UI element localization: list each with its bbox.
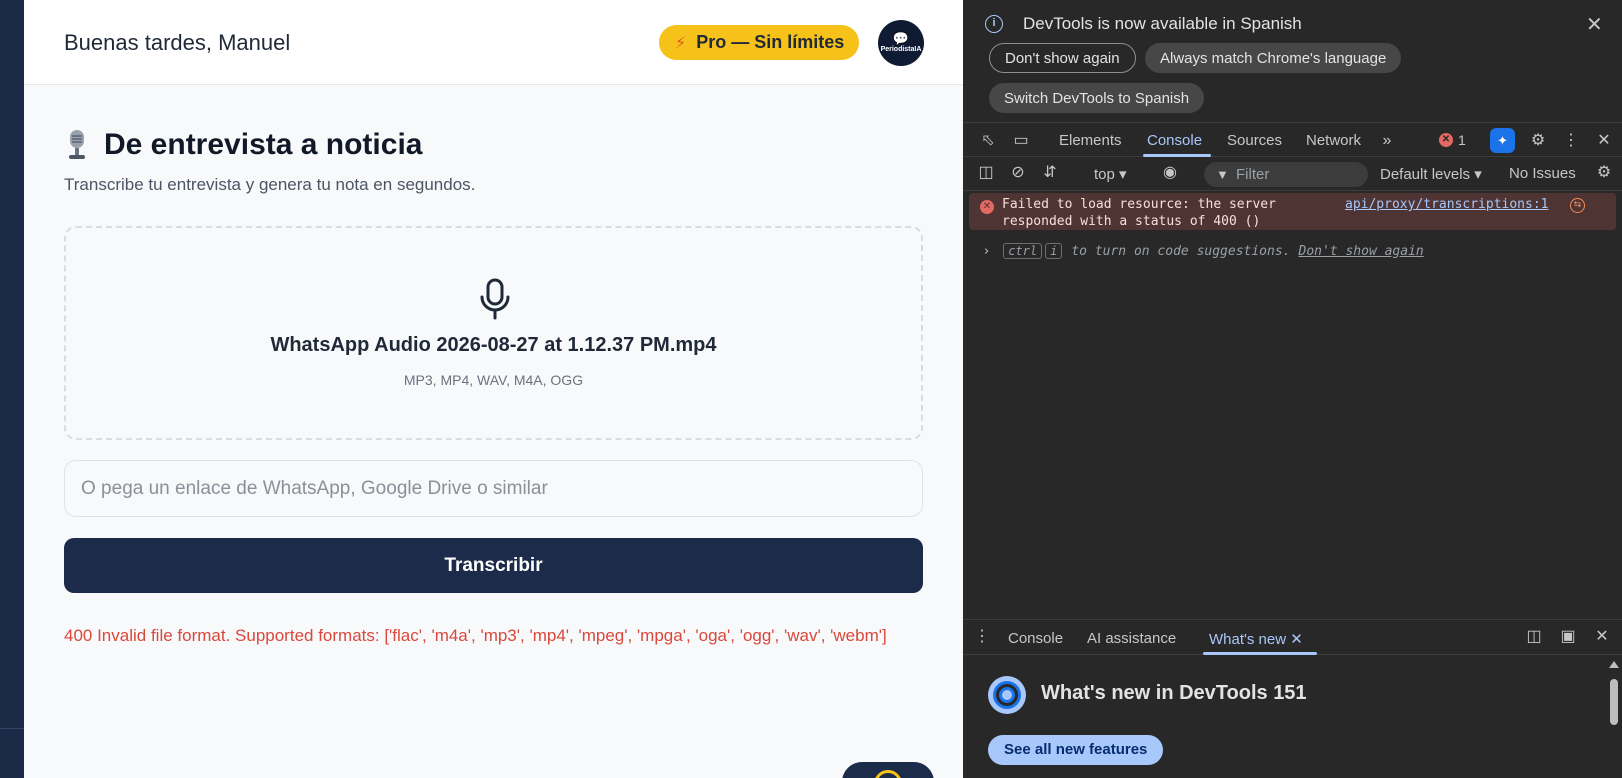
error-icon: ✕ <box>1439 133 1453 147</box>
chrome-logo-icon <box>988 676 1026 714</box>
link-input[interactable] <box>64 460 923 517</box>
tab-console[interactable]: Console <box>1147 132 1202 149</box>
page-subtitle: Transcribe tu entrevista y genera tu not… <box>64 175 476 194</box>
drawer-tab-console[interactable]: Console <box>1008 630 1063 647</box>
devtools-drawer: ⋮ Console AI assistance What's new ✕ ◫ ▣… <box>963 619 1622 778</box>
network-request-icon[interactable]: ⇆ <box>1570 198 1585 213</box>
console-filter[interactable]: ▼ Filter <box>1204 162 1368 187</box>
lightning-icon: ⚡ <box>675 34 687 52</box>
error-icon: ✕ <box>980 200 994 214</box>
coin-icon <box>874 770 902 778</box>
app-header: Buenas tardes, Manuel ⚡ Pro — Sin límite… <box>24 0 963 85</box>
supported-formats: MP3, MP4, WAV, M4A, OGG <box>403 372 584 388</box>
greeting: Buenas tardes, Manuel <box>64 30 291 55</box>
dont-show-again-button[interactable]: Don't show again <box>989 43 1136 73</box>
inspect-element-icon[interactable]: ⬁ <box>977 130 999 152</box>
code-suggestions-hint: › ctrl i to turn on code suggestions. Do… <box>984 243 1424 259</box>
close-devtools-icon[interactable]: ✕ <box>1593 130 1615 152</box>
devtools-tabbar: ⬁ ▭ Elements Console Sources Network » ✕… <box>963 122 1622 157</box>
whats-new-title: What's new in DevTools 151 <box>1041 682 1307 704</box>
device-toolbar-icon[interactable]: ▭ <box>1010 130 1032 152</box>
transcribe-button[interactable]: Transcribir <box>64 538 923 593</box>
error-source-link[interactable]: api/proxy/transcriptions:1 <box>1345 197 1549 212</box>
log-levels-dropdown[interactable]: Default levels ▾ <box>1380 165 1482 183</box>
clear-console-icon[interactable]: ⊘ <box>1007 162 1029 184</box>
error-count: 1 <box>1458 132 1466 148</box>
kebab-menu-icon[interactable]: ⋮ <box>1560 130 1582 152</box>
console-error-message: ✕ Failed to load resource: the server re… <box>969 193 1616 230</box>
log-levels-value: Default levels <box>1380 166 1471 183</box>
close-icon[interactable]: ✕ <box>1586 12 1603 37</box>
pro-badge-label: Pro — Sin límites <box>696 32 845 52</box>
ai-assistant-icon[interactable]: ✦ <box>1490 128 1515 153</box>
minimize-drawer-icon[interactable]: ▣ <box>1557 626 1579 648</box>
error-line-1: Failed to load resource: the server <box>1002 197 1276 212</box>
error-counter[interactable]: ✕ 1 <box>1439 132 1466 148</box>
drawer-scrollbar[interactable] <box>1608 657 1620 778</box>
error-line-2: responded with a status of 400 () <box>1002 214 1261 229</box>
language-notice: i DevTools is now available in Spanish ✕… <box>963 0 1622 122</box>
eye-icon[interactable]: ◉ <box>1159 162 1181 184</box>
always-match-language-button[interactable]: Always match Chrome's language <box>1145 43 1402 73</box>
context-value: top <box>1094 166 1115 183</box>
devtools-panel: i DevTools is now available in Spanish ✕… <box>963 0 1622 778</box>
funnel-icon: ▼ <box>1216 167 1229 182</box>
hint-dismiss-link[interactable]: Don't show again <box>1299 244 1424 259</box>
floating-action-button[interactable] <box>842 762 934 778</box>
sidebar-toggle-icon[interactable]: ◫ <box>975 162 997 184</box>
drawer-menu-icon[interactable]: ⋮ <box>971 626 993 648</box>
drawer-tab-ai-assistance[interactable]: AI assistance <box>1087 630 1176 647</box>
studio-microphone-icon <box>69 130 85 159</box>
scroll-up-icon[interactable] <box>1609 661 1619 668</box>
drawer-active-indicator <box>1203 652 1317 655</box>
selected-file-name: WhatsApp Audio 2026-08-27 at 1.12.37 PM.… <box>270 334 717 356</box>
page-title: De entrevista a noticia <box>104 128 423 161</box>
pro-badge[interactable]: ⚡ Pro — Sin límites <box>659 25 859 60</box>
hint-text: to turn on code suggestions. <box>1071 243 1291 259</box>
left-sidebar-rail <box>0 0 24 778</box>
chat-bubble-icon: 💬 <box>892 31 910 46</box>
info-icon: i <box>985 15 1003 33</box>
title-row: De entrevista a noticia <box>64 128 422 162</box>
tab-elements[interactable]: Elements <box>1059 132 1122 149</box>
more-tabs-icon[interactable]: » <box>1376 130 1398 152</box>
drawer-tab-whats-new[interactable]: What's new ✕ <box>1209 630 1303 648</box>
prompt-chevron-icon: › <box>984 243 990 259</box>
avatar-brand: PeriodistaIA <box>880 46 922 53</box>
app-main: Buenas tardes, Manuel ⚡ Pro — Sin límite… <box>24 0 963 778</box>
dock-side-icon[interactable]: ◫ <box>1523 626 1545 648</box>
close-drawer-icon[interactable]: ✕ <box>1591 626 1613 648</box>
audio-dropzone[interactable]: WhatsApp Audio 2026-08-27 at 1.12.37 PM.… <box>64 226 923 440</box>
tab-sources[interactable]: Sources <box>1227 132 1282 149</box>
rail-divider <box>0 728 24 729</box>
console-toolbar: ◫ ⊘ ⇵ top ▾ ◉ ▼ Filter Default levels ▾ … <box>963 157 1622 191</box>
gear-icon[interactable]: ⚙ <box>1527 130 1549 152</box>
avatar[interactable]: 💬 PeriodistaIA <box>878 20 924 66</box>
notice-message: DevTools is now available in Spanish <box>1023 14 1302 33</box>
context-selector[interactable]: top ▾ <box>1094 165 1127 183</box>
drawer-tab-whats-new-label: What's new <box>1209 631 1287 648</box>
console-settings-icon[interactable]: ⚙ <box>1593 162 1615 184</box>
drawer-tabbar: ⋮ Console AI assistance What's new ✕ ◫ ▣… <box>963 620 1622 655</box>
scroll-thumb[interactable] <box>1610 679 1618 725</box>
collapse-icon[interactable]: ⇵ <box>1039 162 1061 184</box>
issues-indicator[interactable]: No Issues <box>1509 165 1576 182</box>
key-i: i <box>1045 243 1063 259</box>
key-ctrl: ctrl <box>1003 243 1043 259</box>
filter-placeholder: Filter <box>1236 166 1270 183</box>
close-tab-icon[interactable]: ✕ <box>1290 631 1303 648</box>
switch-to-spanish-button[interactable]: Switch DevTools to Spanish <box>989 83 1205 113</box>
tab-network[interactable]: Network <box>1306 132 1361 149</box>
see-all-features-button[interactable]: See all new features <box>988 735 1164 765</box>
error-message: 400 Invalid file format. Supported forma… <box>64 626 887 645</box>
microphone-icon <box>480 278 510 320</box>
